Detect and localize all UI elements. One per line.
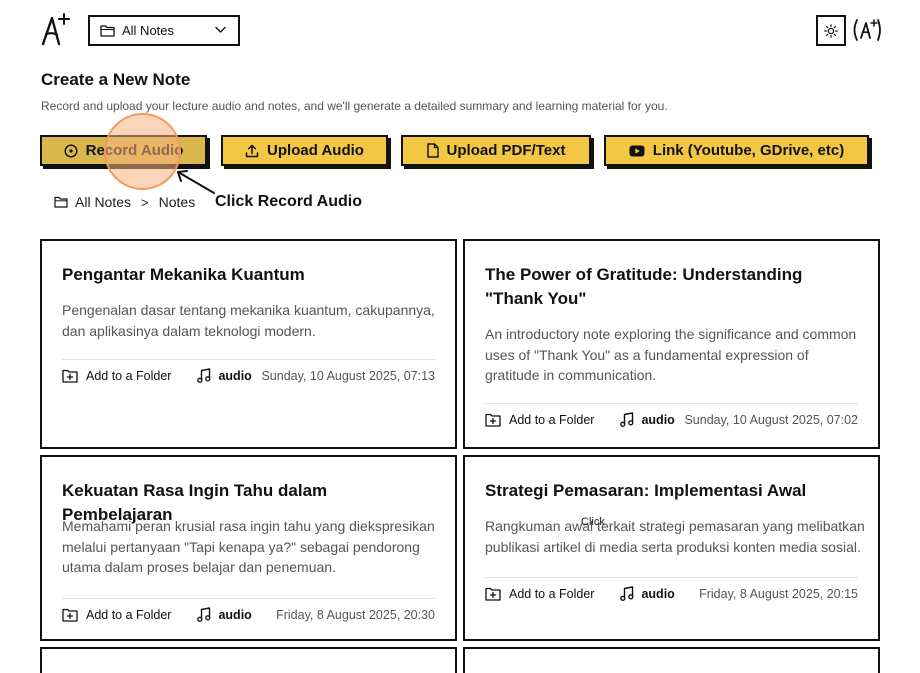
upload-pdf-label: Upload PDF/Text <box>446 142 566 159</box>
page-title: Create a New Note <box>41 70 191 89</box>
note-footer: Add to a Folder audio Friday, 8 August 2… <box>485 577 858 601</box>
note-footer: Add to a Folder audio Sunday, 10 August … <box>485 403 858 427</box>
note-card[interactable] <box>463 647 880 673</box>
note-type-label: audio <box>218 607 252 622</box>
note-card[interactable]: Kekuatan Rasa Ingin Tahu dalam Pembelaja… <box>40 455 457 641</box>
folder-plus-icon <box>62 608 78 622</box>
record-icon <box>64 143 78 158</box>
sun-icon <box>824 23 838 38</box>
upload-audio-button[interactable]: Upload Audio <box>221 135 388 166</box>
note-summary: Rangkuman awal terkait strategi pemasara… <box>485 518 865 555</box>
note-date: Sunday, 10 August 2025, 07:02 <box>684 412 858 427</box>
note-summary: Pengenalan dasar tentang mekanika kuantu… <box>62 302 435 339</box>
theme-toggle-button[interactable] <box>816 15 846 46</box>
folder-icon <box>100 25 115 37</box>
add-to-folder-label: Add to a Folder <box>86 368 172 383</box>
annotation-instruction: Click Record Audio <box>215 193 362 210</box>
add-to-folder-button[interactable]: Add to a Folder <box>485 587 594 601</box>
note-card[interactable]: The Power of Gratitude: Understanding "T… <box>463 239 880 449</box>
add-to-folder-button[interactable]: Add to a Folder <box>485 413 594 427</box>
folder-select[interactable]: All Notes <box>88 15 240 46</box>
note-type-label: audio <box>641 586 675 601</box>
youtube-icon <box>629 145 645 156</box>
note-date: Friday, 8 August 2025, 20:15 <box>699 586 858 601</box>
add-to-folder-label: Add to a Folder <box>509 412 595 427</box>
music-note-icon <box>197 607 211 622</box>
note-title[interactable]: Strategi Pemasaran: Implementasi Awal <box>485 479 865 503</box>
note-summary: Memahami peran krusial rasa ingin tahu y… <box>62 518 435 575</box>
note-card[interactable] <box>40 647 457 673</box>
note-footer: Add to a Folder audio Friday, 8 August 2… <box>62 598 435 622</box>
folder-plus-icon <box>485 413 501 427</box>
folder-plus-icon <box>485 587 501 601</box>
add-to-folder-button[interactable]: Add to a Folder <box>62 608 171 622</box>
note-card[interactable]: Pengantar Mekanika Kuantum Pengenalan da… <box>40 239 457 449</box>
top-bar: All Notes <box>0 0 920 60</box>
note-title[interactable]: The Power of Gratitude: Understanding "T… <box>485 263 865 311</box>
add-to-folder-label: Add to a Folder <box>509 586 595 601</box>
upload-audio-label: Upload Audio <box>267 142 364 159</box>
breadcrumb-root[interactable]: All Notes <box>75 194 131 210</box>
note-card[interactable]: Strategi Pemasaran: Implementasi Awal Ra… <box>463 455 880 641</box>
page-description: Record and upload your lecture audio and… <box>41 99 668 113</box>
record-audio-label: Record Audio <box>85 142 184 159</box>
upload-icon <box>245 144 259 157</box>
note-type-badge: audio <box>197 607 252 622</box>
link-button[interactable]: Link (Youtube, GDrive, etc) <box>604 135 869 166</box>
breadcrumb-separator: > <box>141 194 149 210</box>
add-to-folder-label: Add to a Folder <box>86 607 172 622</box>
user-avatar-icon[interactable] <box>851 17 883 43</box>
note-date: Friday, 8 August 2025, 20:30 <box>276 607 435 622</box>
app-logo-icon[interactable] <box>40 12 72 46</box>
music-note-icon <box>620 412 634 427</box>
folder-plus-icon <box>62 369 78 383</box>
breadcrumb: All Notes > Notes <box>54 194 195 210</box>
note-type-badge: audio <box>620 412 675 427</box>
folder-select-value: All Notes <box>122 23 175 38</box>
document-icon <box>426 143 439 158</box>
record-audio-button[interactable]: Record Audio <box>40 135 207 166</box>
note-date: Sunday, 10 August 2025, 07:13 <box>261 368 435 383</box>
note-title[interactable]: Pengantar Mekanika Kuantum <box>62 263 442 287</box>
note-footer: Add to a Folder audio Sunday, 10 August … <box>62 359 435 383</box>
music-note-icon <box>197 368 211 383</box>
chevron-down-icon <box>215 26 226 33</box>
folder-icon <box>54 196 68 208</box>
note-type-badge: audio <box>197 368 252 383</box>
breadcrumb-current: Notes <box>158 194 196 210</box>
upload-pdf-button[interactable]: Upload PDF/Text <box>401 135 591 166</box>
note-summary: An introductory note exploring the signi… <box>485 326 857 383</box>
annotation-arrow-icon <box>177 170 215 194</box>
music-note-icon <box>620 586 634 601</box>
note-type-badge: audio <box>620 586 675 601</box>
link-label: Link (Youtube, GDrive, etc) <box>652 142 845 159</box>
note-type-label: audio <box>218 368 252 383</box>
note-type-label: audio <box>641 412 675 427</box>
add-to-folder-button[interactable]: Add to a Folder <box>62 369 171 383</box>
